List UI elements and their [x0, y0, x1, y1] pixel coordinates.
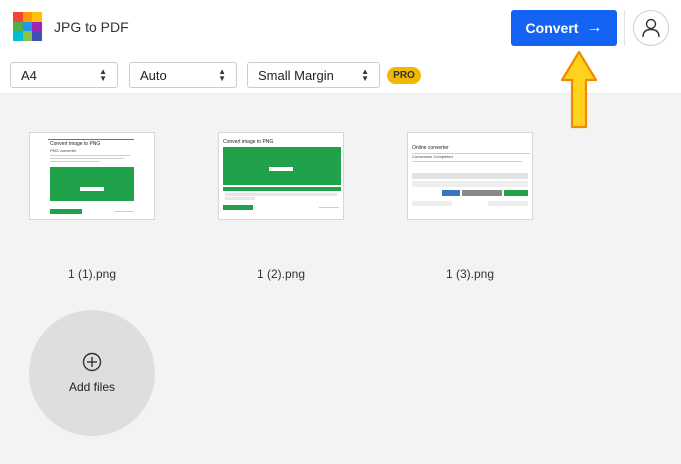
logo-tile: [13, 12, 23, 22]
file-card[interactable]: Convert image to PNG PNG converter 1 (1)…: [29, 132, 155, 281]
add-files-button[interactable]: Add files: [29, 310, 155, 436]
logo-tile: [32, 12, 42, 22]
page-size-value: A4: [21, 67, 37, 83]
thumb-title: Online converter: [412, 145, 449, 151]
logo-tile: [13, 31, 23, 41]
thumb-subtitle: Conversion Completed: [412, 154, 453, 159]
convert-button[interactable]: Convert →: [511, 10, 617, 46]
logo-tile: [22, 21, 33, 32]
margin-select[interactable]: Small Margin ▲ ▼: [247, 62, 380, 88]
user-icon: [642, 18, 660, 38]
sort-caret-icon: ▲ ▼: [218, 67, 226, 83]
file-thumbnail: Convert image to PNG: [218, 132, 344, 220]
arrow-up-annotation-icon: [560, 50, 598, 129]
file-workspace: Convert image to PNG PNG converter 1 (1)…: [0, 94, 681, 464]
app-logo-icon: [13, 12, 42, 41]
user-account-button[interactable]: [633, 10, 669, 46]
logo-tile: [22, 12, 33, 22]
sort-caret-icon: ▲ ▼: [99, 67, 107, 83]
sort-caret-icon: ▲ ▼: [361, 67, 369, 83]
convert-button-label: Convert: [525, 20, 579, 36]
add-files-label: Add files: [68, 380, 116, 394]
arrow-right-icon: →: [586, 19, 603, 36]
logo-tile: [32, 31, 42, 41]
file-card[interactable]: Online converter Conversion Completed 1 …: [407, 132, 533, 281]
thumb-subtitle: PNG converter: [50, 148, 77, 153]
file-name: 1 (1).png: [67, 267, 117, 281]
thumb-title: Convert image to PNG: [223, 139, 274, 145]
file-name: 1 (2).png: [256, 267, 306, 281]
margin-value: Small Margin: [258, 67, 334, 83]
header-divider: [624, 10, 625, 46]
file-name: 1 (3).png: [445, 267, 495, 281]
orientation-select[interactable]: Auto ▲ ▼: [129, 62, 237, 88]
plus-circle-icon: [82, 352, 102, 372]
file-card[interactable]: Convert image to PNG 1 (2).png: [218, 132, 344, 281]
file-thumbnail: Convert image to PNG PNG converter: [29, 132, 155, 220]
app-header: JPG to PDF Convert →: [0, 0, 681, 56]
page-size-select[interactable]: A4 ▲ ▼: [10, 62, 118, 88]
thumb-title: Convert image to PNG: [50, 141, 101, 147]
orientation-value: Auto: [140, 67, 167, 83]
logo-tile: [13, 21, 23, 32]
file-thumbnail: Online converter Conversion Completed: [407, 132, 533, 220]
logo-tile: [32, 21, 42, 32]
app-title: JPG to PDF: [54, 19, 129, 35]
pro-badge[interactable]: PRO: [387, 67, 421, 84]
logo-tile: [22, 31, 33, 41]
